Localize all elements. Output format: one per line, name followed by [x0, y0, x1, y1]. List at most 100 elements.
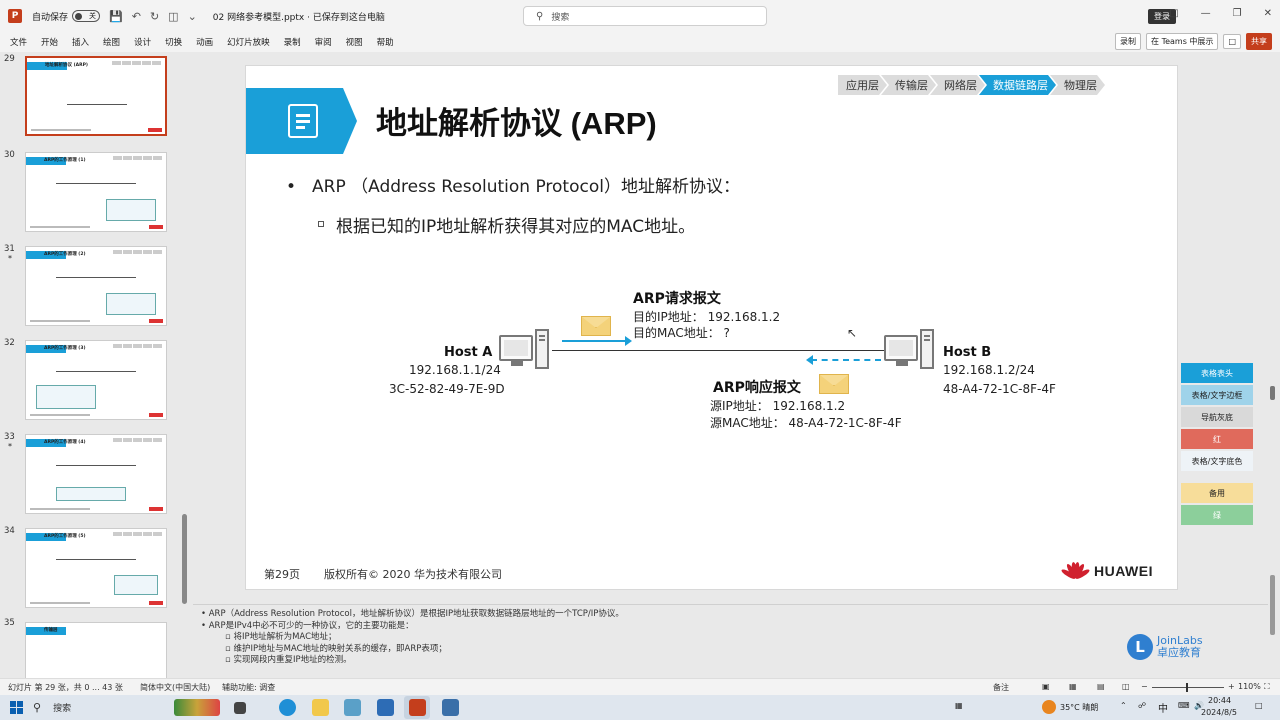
layer-physical: 物理层 — [1050, 75, 1105, 95]
language-status[interactable]: 简体中文(中国大陆) — [140, 682, 210, 693]
thumbnail-nav — [113, 156, 163, 160]
powerpoint-taskbar-icon[interactable] — [409, 699, 426, 716]
keyboard-icon[interactable]: ⌨ — [1178, 701, 1190, 710]
layer-network: 网络层 — [930, 75, 985, 95]
search-input[interactable]: ⚲ 搜索 — [523, 6, 767, 26]
tab-record[interactable]: 录制 — [284, 36, 301, 48]
tab-view[interactable]: 视图 — [346, 36, 363, 48]
palette-table-header[interactable]: 表格表头 — [1181, 363, 1253, 383]
zoom-in-icon[interactable]: + — [1228, 682, 1235, 691]
clock-time[interactable]: 20:44 — [1208, 696, 1231, 705]
tray-chevron-icon[interactable]: ⌃ — [1120, 701, 1127, 710]
thumbnail-table — [106, 293, 156, 315]
tab-help[interactable]: 帮助 — [377, 36, 394, 48]
thumbnail-footer — [30, 226, 90, 228]
thumbnail-wire — [56, 559, 136, 560]
redo-icon[interactable]: ↻ — [150, 10, 159, 23]
autosave-toggle[interactable]: 关 — [72, 10, 101, 22]
slide-thumbnail[interactable]: ARP的工作原理 (5) — [25, 528, 167, 608]
app-icon[interactable] — [442, 699, 459, 716]
tab-insert[interactable]: 插入 — [72, 36, 89, 48]
speaker-notes[interactable]: • ARP（Address Resolution Protocol，地址解析协议… — [193, 604, 1268, 678]
thumbnail-number: 34 — [4, 526, 15, 536]
share-button[interactable]: 共享 — [1246, 33, 1272, 50]
zoom-out-icon[interactable]: − — [1141, 682, 1148, 691]
slide-thumbnail[interactable]: 传输层 — [25, 622, 167, 678]
windows-start-icon[interactable] — [10, 701, 23, 714]
editor-scrollbar-top[interactable] — [1270, 386, 1275, 400]
palette-red[interactable]: 红 — [1181, 429, 1253, 449]
thumbnail-logo — [148, 128, 162, 132]
undo-icon[interactable]: ↶ — [132, 10, 141, 23]
notes-line: ▫ 实现网段内重复IP地址的检测。 — [225, 655, 352, 665]
palette-nav-gray[interactable]: 导航灰底 — [1181, 407, 1253, 427]
bullet-arp-definition: ARP （Address Resolution Protocol）地址解析协议： — [312, 177, 740, 197]
slide-thumbnail[interactable]: ARP的工作原理 (1) — [25, 152, 167, 232]
title-band-arrow — [343, 88, 357, 154]
tab-slideshow[interactable]: 幻灯片放映 — [227, 36, 270, 48]
comments-icon[interactable]: □ — [1223, 34, 1241, 49]
palette-spare[interactable]: 备用 — [1181, 483, 1253, 503]
teams-present-button[interactable]: 在 Teams 中展示 — [1146, 33, 1219, 50]
tab-review[interactable]: 审阅 — [315, 36, 332, 48]
notes-toggle[interactable]: 备注 — [993, 682, 1009, 693]
file-explorer-icon[interactable] — [312, 699, 329, 716]
record-button[interactable]: 录制 — [1115, 33, 1142, 50]
tab-home[interactable]: 开始 — [41, 36, 58, 48]
tab-design[interactable]: 设计 — [134, 36, 151, 48]
taskbar-search[interactable]: ⚲ 搜索 — [33, 698, 173, 717]
ime-indicator[interactable]: 中 — [1158, 700, 1168, 715]
normal-view-icon[interactable]: ▣ — [1042, 682, 1050, 691]
close-icon[interactable]: ✕ — [1264, 8, 1272, 19]
widgets-icon[interactable] — [174, 699, 220, 716]
zoom-level[interactable]: 110% — [1238, 682, 1261, 691]
host-b-mac: 48-A4-72-1C-8F-4F — [943, 382, 1056, 396]
accessibility-status[interactable]: 辅助功能: 调查 — [222, 682, 275, 693]
zoom-slider[interactable] — [1152, 683, 1224, 692]
tray-app-icon[interactable]: ▦ — [955, 701, 963, 710]
thumbnail-footer — [31, 129, 91, 131]
tab-draw[interactable]: 绘图 — [103, 36, 120, 48]
layer-datalink: 数据链路层 — [979, 75, 1056, 95]
mouse-cursor-icon: ↖ — [847, 326, 858, 340]
thumbnail-wire — [56, 183, 136, 184]
powerpoint-icon: P — [8, 9, 22, 23]
palette-table-fill[interactable]: 表格/文字底色 — [1181, 451, 1253, 471]
slide-thumbnail[interactable]: ARP的工作原理 (4) — [25, 434, 167, 514]
slide-thumbnail[interactable]: 地址解析协议 (ARP) — [25, 56, 167, 136]
customize-qat-icon[interactable]: ⌄ — [188, 10, 197, 23]
reading-view-icon[interactable]: ▤ — [1097, 682, 1105, 691]
task-view-icon[interactable] — [234, 702, 246, 714]
tab-transitions[interactable]: 切换 — [165, 36, 182, 48]
request-envelope-icon — [581, 316, 611, 336]
huawei-petals-icon — [1060, 561, 1091, 581]
weather-text[interactable]: 35°C 晴朗 — [1060, 702, 1098, 713]
tab-file[interactable]: 文件 — [10, 36, 27, 48]
palette-table-border[interactable]: 表格/文字边框 — [1181, 385, 1253, 405]
slide-thumbnail[interactable]: ARP的工作原理 (3) — [25, 340, 167, 420]
palette-green[interactable]: 绿 — [1181, 505, 1253, 525]
document-title[interactable]: 02 网络参考模型.pptx · 已保存到这台电脑 — [213, 10, 385, 23]
save-icon[interactable]: 💾 — [109, 10, 123, 23]
network-icon[interactable]: ☍ — [1138, 701, 1146, 710]
slide-canvas[interactable]: 地址解析协议 (ARP) 应用层 传输层 网络层 数据链路层 物理层 • ARP … — [245, 65, 1178, 590]
taskbar-search-label: 搜索 — [53, 704, 72, 714]
weather-icon — [1042, 700, 1056, 714]
slide-thumbnail[interactable]: ARP的工作原理 (2) — [25, 246, 167, 326]
sorter-view-icon[interactable]: ▦ — [1069, 682, 1077, 691]
app-icon[interactable] — [377, 699, 394, 716]
restore-icon[interactable]: ❐ — [1233, 8, 1242, 19]
ribbon-display-icon[interactable]: □ — [1169, 8, 1178, 19]
thumbnail-number: 35 — [4, 618, 15, 628]
editor-scrollbar-thumb[interactable] — [1270, 575, 1275, 635]
thumbnail-scrollbar[interactable] — [182, 514, 187, 604]
tab-animations[interactable]: 动画 — [196, 36, 213, 48]
present-icon[interactable]: ◫ — [168, 10, 178, 23]
app-icon[interactable] — [344, 699, 361, 716]
slideshow-view-icon[interactable]: ◫ — [1122, 682, 1130, 691]
fit-slide-icon[interactable]: ⛶ — [1264, 682, 1270, 692]
notification-icon[interactable]: □ — [1255, 701, 1263, 710]
minimize-icon[interactable]: — — [1201, 8, 1211, 19]
clock-date[interactable]: 2024/8/5 — [1201, 708, 1237, 717]
edge-icon[interactable] — [279, 699, 296, 716]
